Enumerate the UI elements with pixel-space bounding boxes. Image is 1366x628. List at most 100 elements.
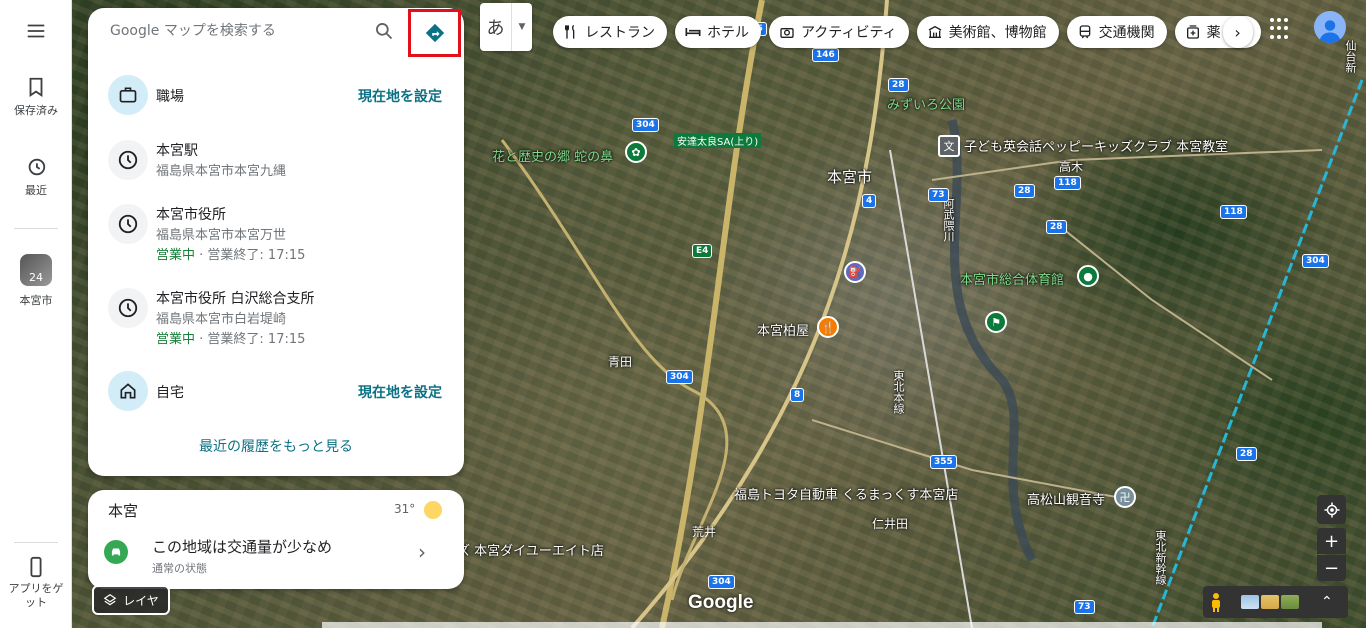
recent-place-button[interactable]: 24 本宮市 [0,254,72,308]
account-avatar[interactable] [1314,11,1346,43]
list-item-title: 本宮駅 [156,143,198,159]
gym-poi-icon[interactable]: ● [1077,265,1099,287]
list-item-address: 福島県本宮市本宮九縄 [156,164,287,179]
set-location-button[interactable]: 現在地を設定 [358,382,442,402]
search-box [88,8,464,57]
museum-icon [928,25,941,38]
map-label-daiyu[interactable]: ズ 本宮ダイユーエイト店 [457,540,604,559]
list-item-status: 営業中 · 営業終了: 17:15 [156,244,305,263]
layers-button[interactable]: レイヤ [92,585,170,615]
map-label-flower-history[interactable]: 花と歴史の郷 蛇の鼻 [492,146,613,165]
traffic-thumbnail[interactable] [1261,595,1279,609]
chip-label: アクティビティ [801,25,897,41]
list-item-history[interactable]: 本宮市役所 福島県本宮市本宮万世 営業中 · 営業終了: 17:15 [88,200,464,276]
list-item-home[interactable]: 自宅 現在地を設定 [88,368,464,416]
category-chips: レストラン ホテル アクティビティ 美術館、博物館 交通機関 薬 › [553,16,1261,48]
temple-poi-icon[interactable]: 卍 [1114,486,1136,508]
map-label-toyota[interactable]: 福島トヨタ自動車 くるまっくす本宮店 [734,484,958,503]
history-icon [108,204,148,244]
map-label-miyairo-park[interactable]: みずいろ公園 [887,94,965,113]
restaurant-poi-icon[interactable]: 🍴 [817,316,839,338]
route-shield: E4 [692,244,713,258]
list-item-history[interactable]: 本宮駅 福島県本宮市本宮九縄 [88,136,464,192]
search-icon [376,23,393,40]
more-history-link[interactable]: 最近の履歴をもっと見る [88,436,464,456]
school-poi-icon[interactable]: 文 [938,135,960,157]
traffic-info-row[interactable]: この地域は交通量が少なめ 通常の状態 › [88,534,464,578]
sports-poi-icon[interactable]: ⚑ [985,311,1007,333]
history-icon [108,140,148,180]
area-info-card: 本宮 31° この地域は交通量が少なめ 通常の状態 › [88,490,464,589]
chip-restaurant[interactable]: レストラン [553,16,667,48]
search-button[interactable] [372,19,396,43]
chip-transit[interactable]: 交通機関 [1066,16,1167,48]
route-shield: 304 [632,118,659,132]
route-shield: 146 [812,48,839,62]
list-item-work[interactable]: 職場 現在地を設定 [88,72,464,120]
directions-button[interactable] [408,9,461,57]
history-icon [108,288,148,328]
route-shield: 28 [1236,447,1257,461]
route-shield: 8 [790,388,805,402]
layers-icon [103,594,117,606]
hotel-icon [685,28,701,36]
directions-icon [425,23,444,43]
list-item-history[interactable]: 本宮市役所 白沢総合支所 福島県本宮市白岩堤崎 営業中 · 営業終了: 17:1… [88,284,464,360]
chip-label: 美術館、博物館 [948,25,1047,41]
place-thumbnail: 24 [20,254,52,286]
briefcase-icon [108,75,148,115]
closing-time: · 営業終了: 17:15 [195,332,306,347]
zoom-in-button[interactable]: + [1317,528,1346,554]
recent-label: 最近 [25,184,47,197]
route-shield: 118 [1054,176,1081,190]
layer-thumbnails[interactable] [1241,595,1299,609]
chip-hotel[interactable]: ホテル [675,16,761,48]
set-location-button[interactable]: 現在地を設定 [358,86,442,106]
chip-label: 薬 [1206,25,1221,41]
ime-char: あ [480,3,512,51]
menu-button[interactable] [0,20,72,46]
expand-up-icon[interactable]: ⌃ [1321,594,1333,610]
fuel-poi-icon[interactable]: ⛽ [844,261,866,283]
caret-down-icon: ▼ [518,22,526,32]
map-label-gym[interactable]: 本宮市総合体育館 [960,269,1064,288]
chip-activity[interactable]: アクティビティ [769,16,909,48]
map-label-adachi-sa[interactable]: 安達太良SA(上り) [674,133,762,148]
route-shield: 73 [928,188,949,202]
get-app-label: アプリをゲット [8,582,64,609]
chip-label: レストラン [585,25,655,41]
transit-icon [1079,25,1090,39]
search-panel: 職場 現在地を設定 本宮駅 福島県本宮市本宮九縄 本宮市役所 福島県本宮市本宮万… [88,8,464,476]
chip-museum[interactable]: 美術館、博物館 [916,16,1059,48]
input-method-toggle[interactable]: あ ▼ [480,3,532,51]
traffic-subtitle: 通常の状態 [152,562,207,575]
terrain-thumbnail[interactable] [1241,595,1259,609]
route-shield: 304 [1302,254,1329,268]
saved-label: 保存済み [14,104,58,117]
list-item-title: 職場 [156,89,184,105]
list-item-title: 本宮市役所 白沢総合支所 [156,291,315,307]
chips-next-button[interactable]: › [1222,16,1253,48]
map-label-kashiwaya[interactable]: 本宮柏屋 [757,320,809,339]
get-app-button[interactable]: アプリをゲット [0,556,72,610]
recent-button[interactable]: 最近 [0,156,72,198]
open-status: 営業中 [156,332,196,347]
map-label-kids-club[interactable]: 子ども英会話ペッピーキッズクラブ 本宮教室 [964,136,1228,155]
pharmacy-icon [1186,25,1199,39]
satellite-thumbnail[interactable] [1281,595,1299,609]
pegman-icon[interactable] [1209,592,1223,612]
search-input[interactable] [110,18,368,44]
map-label-motomiya-city[interactable]: 本宮市 [827,166,872,187]
park-poi-icon[interactable]: ✿ [625,141,647,163]
my-location-button[interactable] [1317,495,1346,524]
route-shield: 118 [1220,205,1247,219]
zoom-out-button[interactable]: − [1317,555,1346,581]
list-item-status: 営業中 · 営業終了: 17:15 [156,328,305,347]
map-label-aota: 青田 [608,355,633,369]
map-label-ou-line: 仙台新 [1344,40,1357,73]
google-apps-button[interactable] [1270,18,1292,40]
saved-button[interactable]: 保存済み [0,76,72,118]
map-label-takamatsuyama[interactable]: 高松山観音寺 [1027,489,1105,508]
list-item-title: 本宮市役所 [156,207,226,223]
map-label-arai: 荒井 [692,525,717,539]
